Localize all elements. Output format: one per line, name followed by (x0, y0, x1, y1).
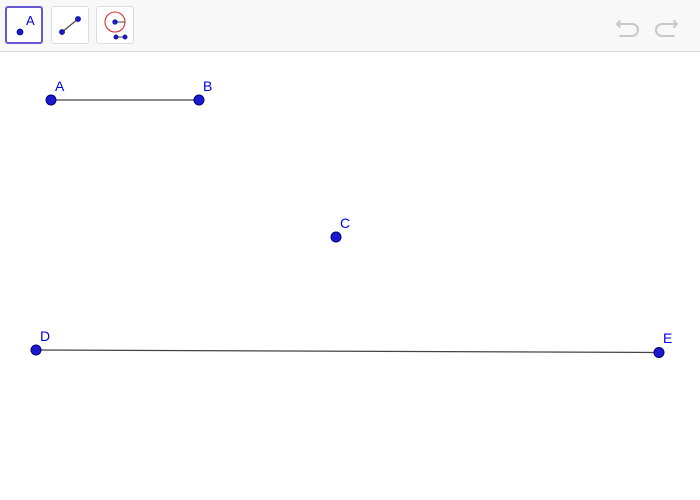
point-icon: A (16, 13, 35, 36)
point-c[interactable] (330, 231, 342, 243)
toolbar: A (0, 0, 700, 52)
undo-icon (616, 20, 639, 37)
point-d-label: D (40, 328, 50, 344)
segment-tool-button[interactable] (51, 6, 89, 44)
point-d[interactable] (30, 344, 42, 356)
point-a[interactable] (45, 94, 57, 106)
point-c-label: C (340, 215, 350, 231)
point-e[interactable] (653, 347, 665, 358)
redo-button[interactable] (650, 12, 680, 40)
point-icon-label: A (26, 13, 35, 28)
point-e-label: E (663, 330, 672, 346)
point-b-label: B (203, 78, 212, 94)
segment-de[interactable] (35, 349, 660, 354)
graphics-view[interactable]: A B C D E (0, 53, 700, 500)
graphics-canvas[interactable]: A B C D E (0, 53, 700, 500)
redo-icon (655, 20, 678, 37)
compass-tool-button[interactable] (96, 6, 134, 44)
undo-button[interactable] (614, 12, 644, 40)
point-a-label: A (55, 78, 65, 94)
point-b[interactable] (193, 94, 205, 106)
segment-icon (59, 16, 81, 35)
point-tool-button[interactable]: A (5, 6, 43, 44)
compass-icon (104, 11, 128, 40)
geometry-app: A A B C D E (0, 0, 700, 500)
